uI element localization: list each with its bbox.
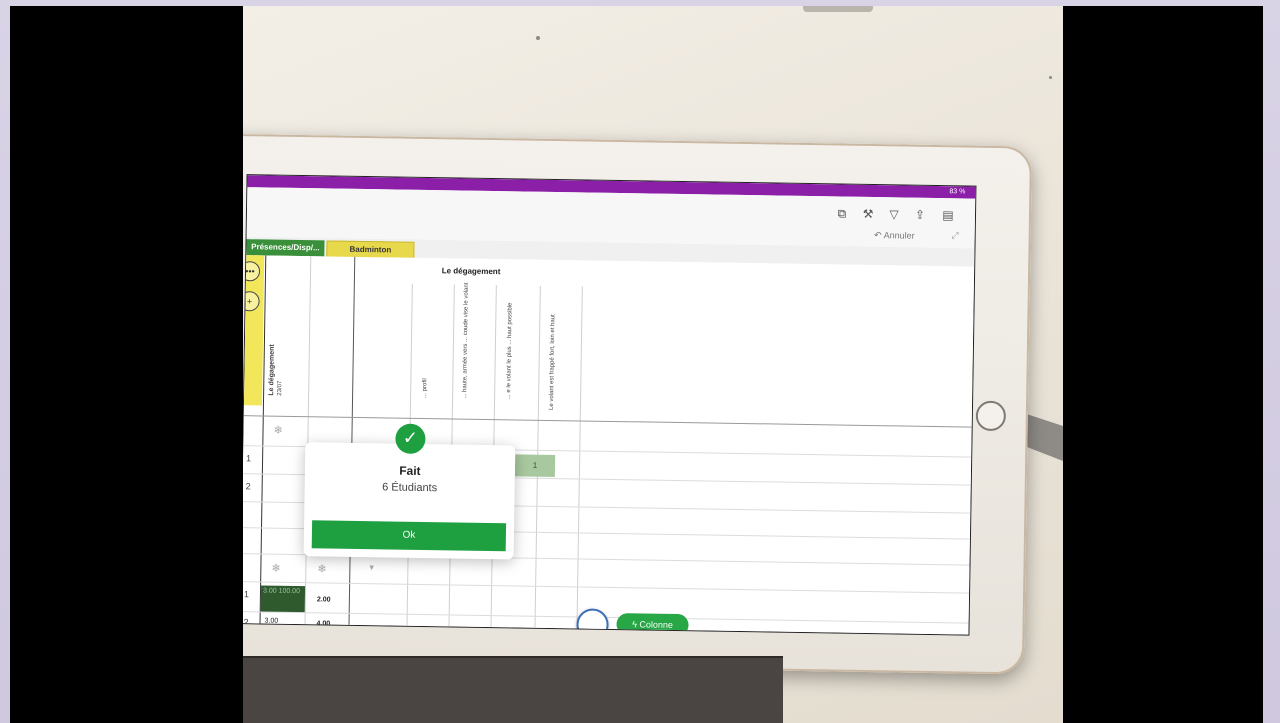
- undo-label: Annuler: [883, 230, 915, 241]
- more-icon[interactable]: •••: [243, 261, 261, 282]
- criterion-label: ... profil: [422, 378, 429, 399]
- grade-cell[interactable]: 3.00: [264, 618, 278, 625]
- criterion-label: Le volant est frappé fort, loin et haut: [548, 314, 557, 411]
- ipad-screen: 83 % ⧉ ⚒ ▽ ⇪ ▤ ↶ Annuler ⤢ Présences/Dis…: [243, 174, 977, 636]
- grade-cell[interactable]: 3.00 100.00: [260, 585, 306, 613]
- header-divider: [243, 415, 972, 428]
- grade-grid: ••• + Le dégagement 23/07 Le dégagement …: [243, 255, 975, 636]
- row-divider: [243, 581, 970, 594]
- share-icon[interactable]: ⇪: [913, 208, 927, 222]
- dialog-subtitle: 6 Étudiants: [382, 481, 438, 495]
- ipad-device: 83 % ⧉ ⚒ ▽ ⇪ ▤ ↶ Annuler ⤢ Présences/Dis…: [243, 133, 1033, 675]
- divider: [576, 286, 583, 629]
- grade-cell[interactable]: 75.00: [264, 626, 282, 633]
- gear-icon[interactable]: ❄: [271, 562, 280, 575]
- undo-button[interactable]: ↶ Annuler: [874, 230, 915, 242]
- dialog-title: Fait: [399, 463, 421, 478]
- gear-icon[interactable]: ❄: [317, 562, 326, 575]
- layout-icon[interactable]: ▤: [941, 208, 955, 222]
- divider: [304, 256, 312, 625]
- table-speck: [1049, 76, 1052, 79]
- column-date: 23/07: [277, 380, 284, 396]
- column-title: Le dégagement: [268, 344, 276, 396]
- row-label: 2: [243, 617, 249, 628]
- background-object: [803, 6, 873, 12]
- chevron-down-icon[interactable]: ▾: [369, 563, 374, 573]
- filter-icon[interactable]: ▽: [887, 207, 901, 221]
- selected-column: ••• +: [243, 255, 265, 406]
- section-title: Le dégagement: [441, 266, 501, 277]
- criterion-label: ... e le volant le plus ... haut possibl…: [506, 302, 514, 400]
- copy-icon[interactable]: ⧉: [835, 206, 849, 220]
- row-label: 1: [243, 589, 250, 600]
- ok-button[interactable]: Ok: [311, 520, 507, 552]
- row-label: 1: [246, 453, 252, 464]
- completion-dialog: ✓ Fait 6 Étudiants Ok: [303, 423, 516, 560]
- checkmark-icon: ✓: [395, 423, 426, 455]
- wrench-icon[interactable]: ⚒: [861, 207, 875, 221]
- video-frame: 83 % ⧉ ⚒ ▽ ⇪ ▤ ↶ Annuler ⤢ Présences/Dis…: [10, 6, 1263, 723]
- table-speck: [536, 36, 540, 40]
- add-icon[interactable]: +: [243, 291, 260, 312]
- photo: 83 % ⧉ ⚒ ▽ ⇪ ▤ ↶ Annuler ⤢ Présences/Dis…: [243, 6, 1063, 723]
- column-button-label: Colonne: [639, 619, 674, 630]
- tablet-case: [243, 656, 783, 723]
- criterion-label: ... haute, armée vers ... coude vise le …: [462, 282, 470, 399]
- divider: [348, 256, 356, 625]
- battery-status: 83 %: [949, 188, 966, 196]
- tab-presences[interactable]: Présences/Disp/...: [246, 239, 325, 257]
- expand-icon[interactable]: ⤢: [951, 231, 958, 241]
- column-button[interactable]: ϟ Colonne: [616, 613, 689, 636]
- grade-cell[interactable]: 1: [514, 454, 556, 478]
- app-logo-button[interactable]: [576, 608, 609, 636]
- grade-cell[interactable]: 4.00: [316, 620, 330, 627]
- grade-cell[interactable]: 2.00: [317, 596, 331, 603]
- gear-icon[interactable]: ❄: [273, 424, 282, 437]
- home-button[interactable]: [975, 400, 1007, 432]
- row-label: 2: [245, 481, 251, 492]
